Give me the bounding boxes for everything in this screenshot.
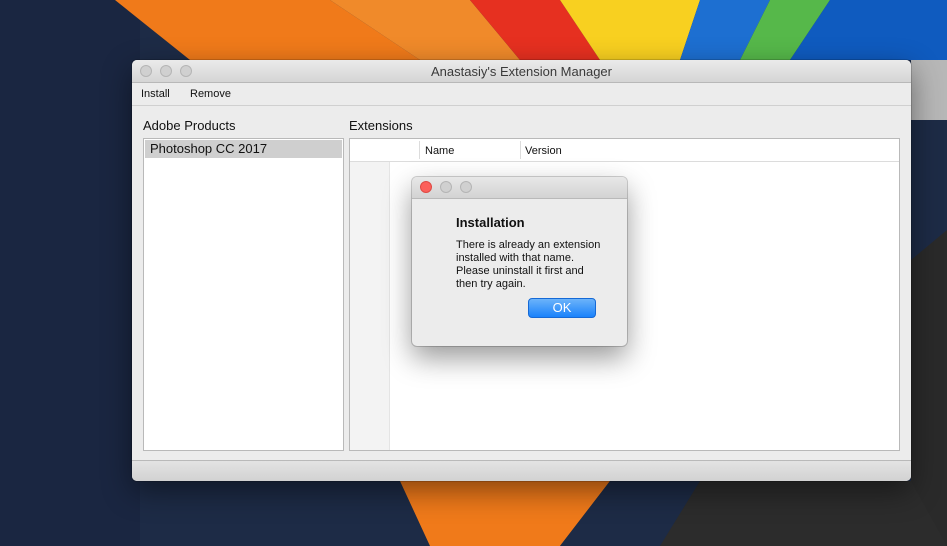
product-item-photoshop-cc-2017[interactable]: Photoshop CC 2017	[145, 140, 342, 158]
window-title: Anastasiy's Extension Manager	[431, 64, 612, 79]
install-menu-item[interactable]: Install	[141, 88, 170, 100]
dialog-message: There is already an extension installed …	[456, 239, 601, 290]
extensions-label: Extensions	[349, 118, 413, 133]
dialog-title: Installation	[456, 215, 525, 230]
adobe-products-list[interactable]: Photoshop CC 2017	[143, 138, 344, 451]
column-separator	[520, 141, 521, 159]
remove-menu-item[interactable]: Remove	[190, 88, 231, 100]
extensions-table-header: Name Version	[350, 139, 899, 162]
toolbar: Install Remove	[132, 83, 911, 106]
installation-alert-dialog: Installation There is already an extensi…	[412, 177, 627, 346]
dialog-close-button[interactable]	[420, 181, 432, 193]
window-titlebar[interactable]: Anastasiy's Extension Manager	[132, 60, 911, 83]
dialog-titlebar[interactable]	[412, 177, 627, 199]
ok-button[interactable]: OK	[528, 298, 596, 318]
column-header-version[interactable]: Version	[525, 145, 562, 157]
extensions-table-gutter	[350, 162, 390, 450]
dialog-zoom-button	[460, 181, 472, 193]
window-statusbar	[132, 460, 911, 481]
column-separator	[419, 141, 420, 159]
column-header-name[interactable]: Name	[425, 145, 454, 157]
dialog-minimize-button	[440, 181, 452, 193]
adobe-products-label: Adobe Products	[143, 118, 236, 133]
